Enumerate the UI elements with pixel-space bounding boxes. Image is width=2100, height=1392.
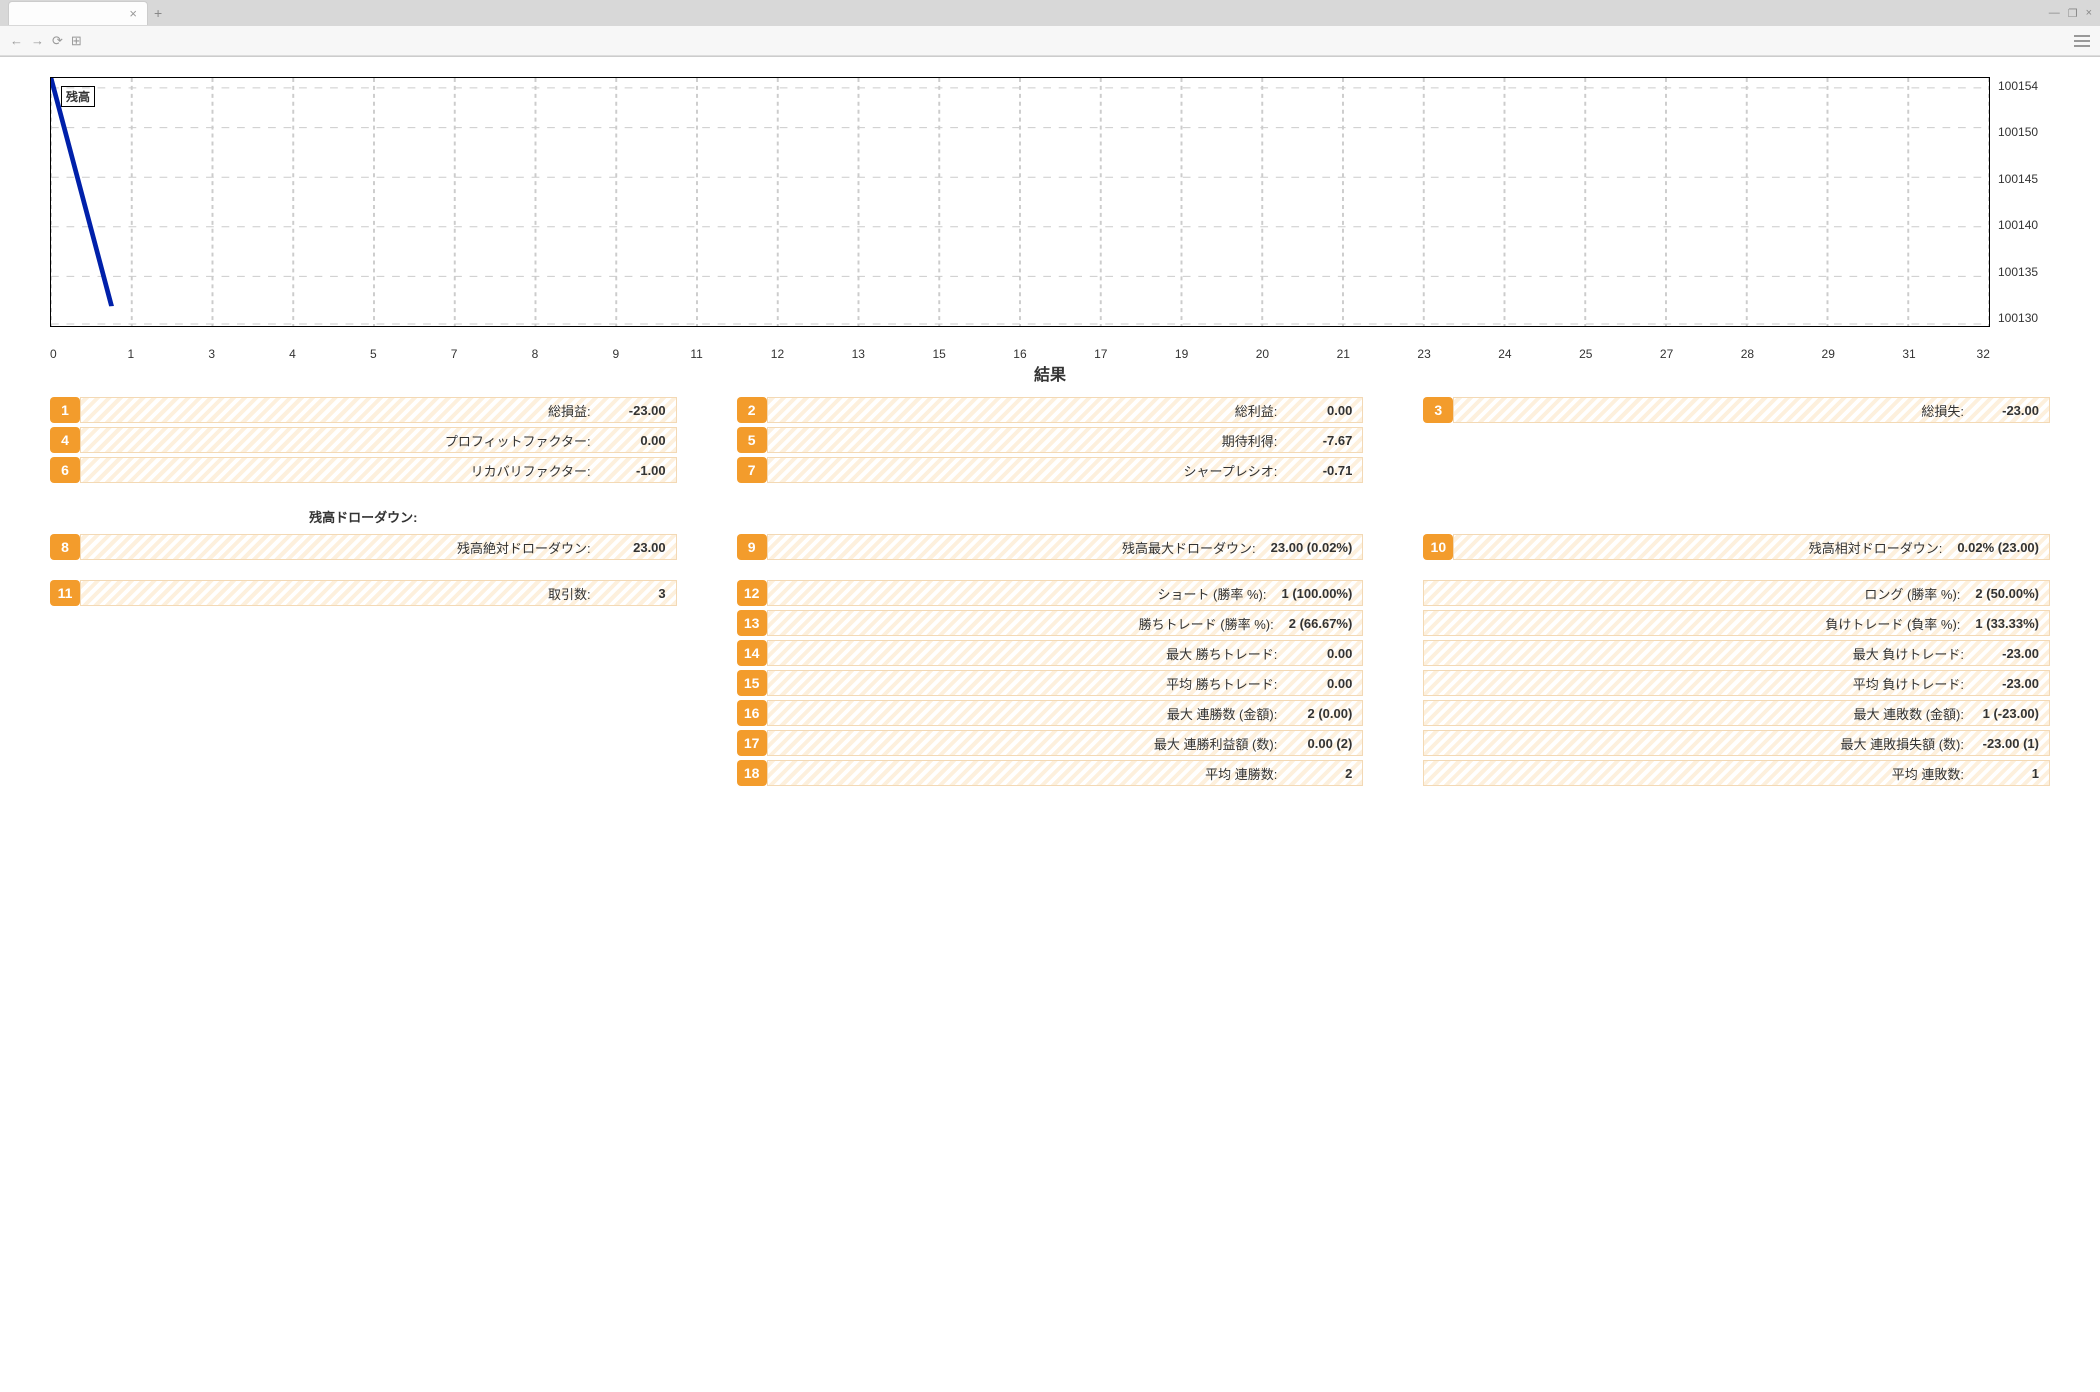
- chart-x-axis-labels: 0134578911121315161719202123242527282931…: [50, 347, 2050, 361]
- results-title: 結果: [50, 361, 2050, 385]
- metric-max-consec-loss-amt: 最大 連敗損失額 (数):-23.00 (1): [1423, 730, 2050, 756]
- nav-reload-icon[interactable]: ⟳: [52, 33, 63, 49]
- nav-back-icon[interactable]: ←: [10, 33, 23, 48]
- results-grid: 1総損益:-23.00 2総利益:0.00 3総損失:-23.00 4プロフィッ…: [50, 397, 2050, 786]
- metric-losing-trades: 負けトレード (負率 %):1 (33.33%): [1423, 610, 2050, 636]
- browser-tab[interactable]: ×: [8, 1, 148, 25]
- metric-gross-profit: 2総利益:0.00: [737, 397, 1364, 423]
- metric-short-trades: 12ショート (勝率 %):1 (100.00%): [737, 580, 1364, 606]
- metric-max-win-trade: 14最大 勝ちトレード:0.00: [737, 640, 1364, 666]
- metric-trade-count: 11取引数:3: [50, 580, 677, 606]
- window-controls: — ❐ ×: [2049, 7, 2092, 20]
- chart-plot-area: 残高: [50, 77, 1990, 327]
- metric-max-consec-wins: 16最大 連勝数 (金額):2 (0.00): [737, 700, 1364, 726]
- browser-chrome: × + — ❐ × ← → ⟳ ⊞: [0, 0, 2100, 57]
- metric-max-drawdown: 9残高最大ドローダウン:23.00 (0.02%): [737, 534, 1364, 560]
- metric-avg-consec-losses: 平均 連敗数:1: [1423, 760, 2050, 786]
- metric-long-trades: ロング (勝率 %):2 (50.00%): [1423, 580, 2050, 606]
- metric-winning-trades: 13勝ちトレード (勝率 %):2 (66.67%): [737, 610, 1364, 636]
- metric-avg-win-trade: 15平均 勝ちトレード:0.00: [737, 670, 1364, 696]
- metric-max-loss-trade: 最大 負けトレード:-23.00: [1423, 640, 2050, 666]
- window-maximize-icon[interactable]: ❐: [2068, 7, 2078, 20]
- nav-apps-icon[interactable]: ⊞: [71, 33, 82, 49]
- metric-avg-consec-wins: 18平均 連勝数:2: [737, 760, 1364, 786]
- chart-svg: [51, 78, 1989, 326]
- metric-profit-factor: 4プロフィットファクター:0.00: [50, 427, 677, 453]
- metric-avg-loss-trade: 平均 負けトレード:-23.00: [1423, 670, 2050, 696]
- tab-close-icon[interactable]: ×: [129, 6, 137, 21]
- metric-recovery-factor: 6リカバリファクター:-1.00: [50, 457, 677, 483]
- page-content: 残高 100154100150100145100140100135100130 …: [0, 57, 2100, 806]
- window-minimize-icon[interactable]: —: [2049, 7, 2060, 20]
- browser-toolbar: ← → ⟳ ⊞: [0, 26, 2100, 56]
- metric-sharpe-ratio: 7シャープレシオ:-0.71: [737, 457, 1364, 483]
- metric-rel-drawdown: 10残高相対ドローダウン:0.02% (23.00): [1423, 534, 2050, 560]
- metric-gross-loss: 3総損失:-23.00: [1423, 397, 2050, 423]
- metric-expected-payoff: 5期待利得:-7.67: [737, 427, 1364, 453]
- hamburger-menu-icon[interactable]: [2074, 32, 2090, 50]
- balance-chart: 残高 100154100150100145100140100135100130: [50, 77, 2050, 327]
- metric-total-pl: 1総損益:-23.00: [50, 397, 677, 423]
- metric-max-consec-profit: 17最大 連勝利益額 (数):0.00 (2): [737, 730, 1364, 756]
- chart-y-axis-labels: 100154100150100145100140100135100130: [1990, 77, 2050, 327]
- tab-add-icon[interactable]: +: [154, 5, 162, 21]
- tab-bar: × + — ❐ ×: [0, 0, 2100, 26]
- metric-abs-drawdown: 8残高絶対ドローダウン:23.00: [50, 534, 677, 560]
- drawdown-header: 残高ドローダウン:: [50, 503, 677, 530]
- metric-max-consec-losses: 最大 連敗数 (金額):1 (-23.00): [1423, 700, 2050, 726]
- window-close-icon[interactable]: ×: [2086, 7, 2092, 20]
- nav-forward-icon[interactable]: →: [31, 33, 44, 48]
